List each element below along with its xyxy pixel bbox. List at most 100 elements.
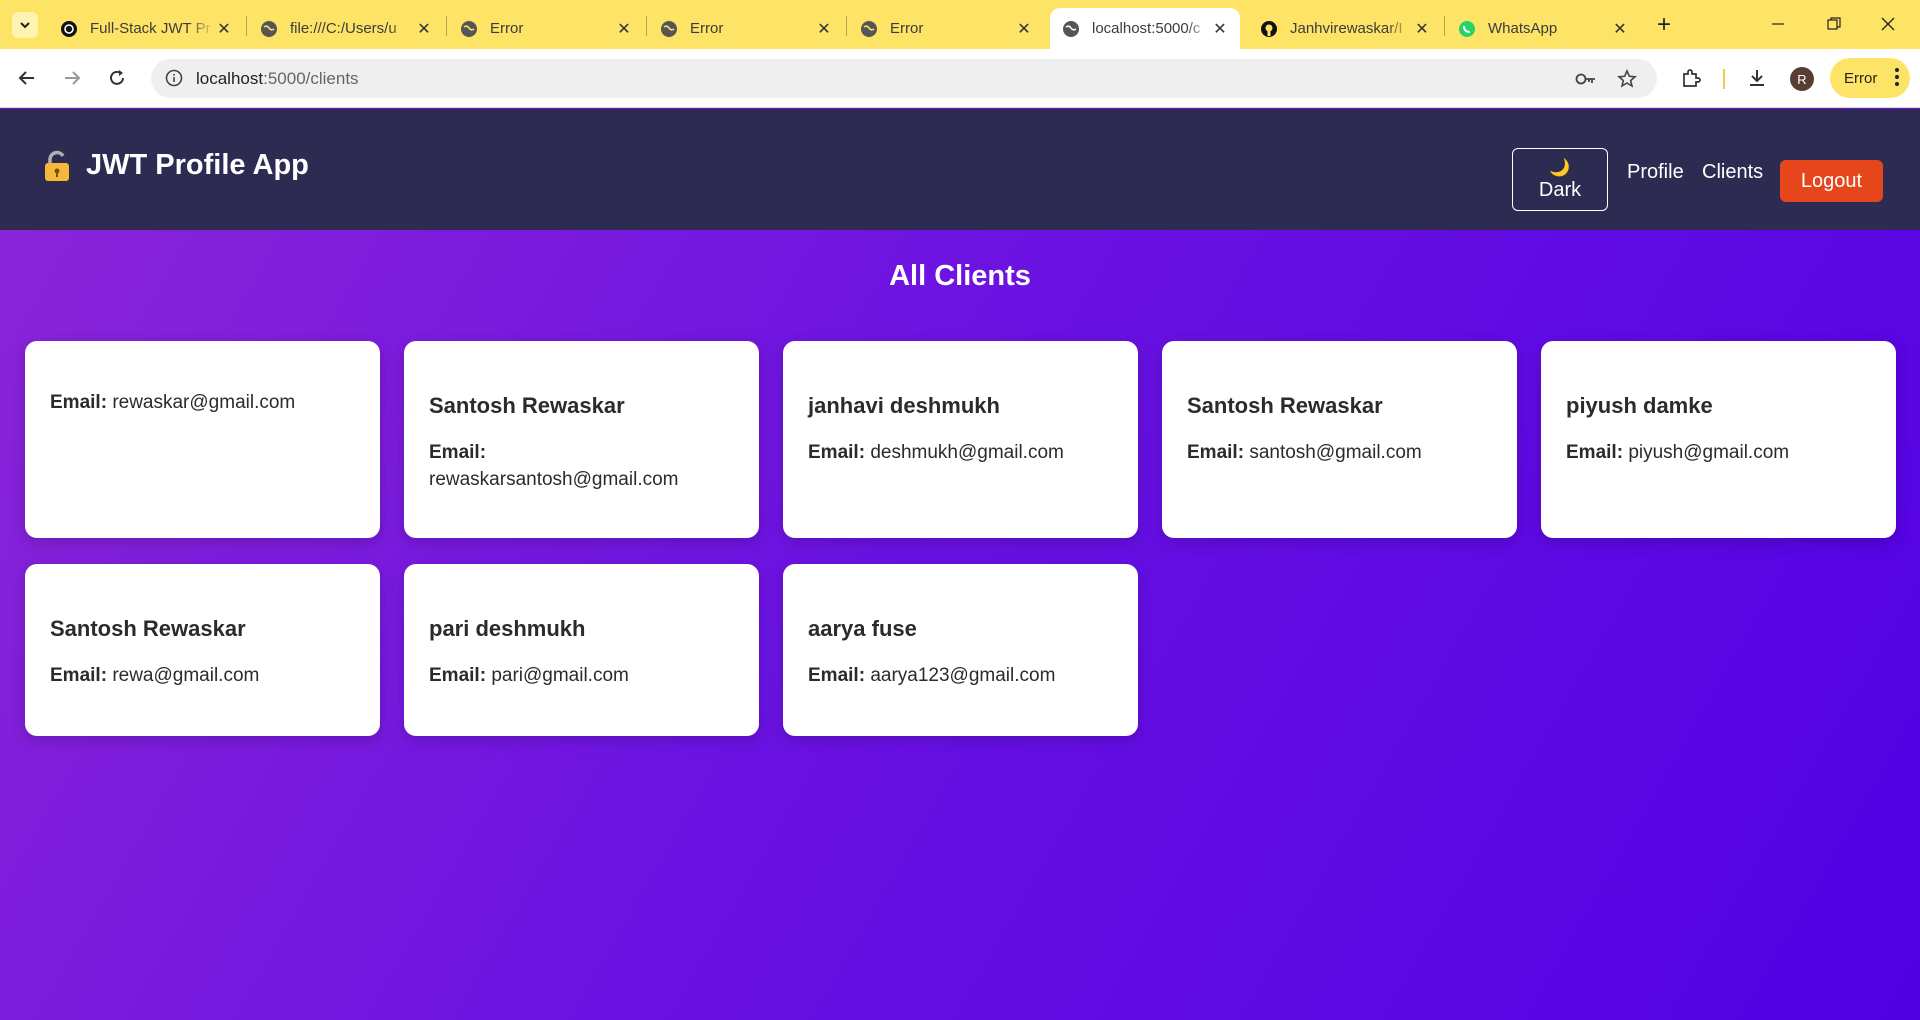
forward-arrow-icon[interactable] [57, 63, 87, 93]
download-icon[interactable] [1742, 63, 1772, 93]
back-arrow-icon[interactable] [12, 63, 42, 93]
reload-icon[interactable] [102, 63, 132, 93]
browser-tab-title: Full-Stack JWT Pr [90, 20, 211, 37]
client-email: aarya123@gmail.com [870, 665, 1056, 686]
extensions-puzzle-icon[interactable] [1676, 63, 1706, 93]
close-icon[interactable]: ✕ [814, 19, 834, 39]
client-email-line: Email: santosh@gmail.com [1187, 439, 1492, 466]
github-icon [1260, 20, 1278, 38]
browser-tab[interactable]: Error ✕ [648, 8, 844, 49]
browser-tab-title: file:///C:/Users/u [290, 20, 397, 37]
browser-error-button[interactable]: Error [1830, 58, 1910, 98]
client-card: aarya fuse Email: aarya123@gmail.com [783, 564, 1138, 736]
browser-tab-title: Janhvirewaskar/I [1290, 20, 1403, 37]
minimize-icon[interactable] [1758, 8, 1798, 40]
theme-toggle-button[interactable]: 🌙 Dark [1512, 148, 1608, 211]
email-label: Email: [429, 442, 487, 463]
tab-divider [1444, 16, 1445, 36]
logout-button[interactable]: Logout [1780, 160, 1883, 202]
app-header: JWT Profile App 🌙 Dark Profile Clients L… [0, 109, 1920, 230]
email-label: Email: [429, 665, 487, 686]
client-email-line: Email: rewa@gmail.com [50, 662, 355, 689]
client-card: pari deshmukh Email: pari@gmail.com [404, 564, 759, 736]
globe-icon [660, 20, 678, 38]
client-name: Santosh Rewaskar [50, 616, 246, 641]
client-email: deshmukh@gmail.com [870, 442, 1064, 463]
client-card: Santosh Rewaskar Email: rewa@gmail.com [25, 564, 380, 736]
browser-tab[interactable]: Error ✕ [448, 8, 644, 49]
close-icon[interactable]: ✕ [614, 19, 634, 39]
browser-tab-active[interactable]: localhost:5000/c ✕ [1050, 8, 1240, 49]
globe-icon [860, 20, 878, 38]
client-name: janhavi deshmukh [808, 393, 1000, 418]
theme-toggle-label: Dark [1538, 179, 1582, 201]
lock-icon [42, 150, 72, 182]
client-email-line: Email: aarya123@gmail.com [808, 662, 1113, 689]
clients-page: All Clients Email: rewaskar@gmail.com Sa… [0, 230, 1920, 1020]
close-icon[interactable]: ✕ [1210, 19, 1230, 39]
browser-toolbar: localhost:5000/clients [0, 49, 1920, 108]
password-key-icon[interactable] [1574, 67, 1598, 91]
email-label: Email: [1187, 442, 1245, 463]
browser-tab[interactable]: WhatsApp ✕ [1446, 8, 1640, 49]
browser-tab-title: Error [890, 20, 924, 37]
close-icon[interactable]: ✕ [1610, 19, 1630, 39]
new-tab-plus-icon[interactable]: + [1652, 10, 1676, 40]
bookmark-star-icon[interactable] [1615, 67, 1639, 91]
browser-tab[interactable]: Janhvirewaskar/I ✕ [1248, 8, 1442, 49]
close-icon[interactable]: ✕ [214, 19, 234, 39]
globe-icon [1062, 20, 1080, 38]
client-email-line: Email: rewaskar@gmail.com [50, 389, 355, 416]
browser-tab[interactable]: Full-Stack JWT Pr ✕ [48, 8, 244, 49]
tab-search-chevron-icon[interactable] [12, 12, 38, 38]
email-label: Email: [1566, 442, 1624, 463]
openai-icon [60, 20, 78, 38]
browser-tab-title: Error [490, 20, 524, 37]
tab-divider [646, 16, 647, 36]
address-host: localhost [196, 69, 264, 88]
client-name: Santosh Rewaskar [1187, 393, 1383, 418]
whatsapp-icon [1458, 20, 1476, 38]
restore-icon[interactable] [1814, 8, 1854, 40]
client-email: santosh@gmail.com [1249, 442, 1422, 463]
tab-divider [246, 16, 247, 36]
address-bar[interactable]: localhost:5000/clients [151, 59, 1657, 98]
client-name: piyush damke [1566, 393, 1713, 418]
client-email-line: Email: piyush@gmail.com [1566, 439, 1871, 466]
moon-icon: 🌙 [1549, 158, 1571, 177]
browser-tab[interactable]: file:///C:/Users/u ✕ [248, 8, 444, 49]
page-title: All Clients [889, 260, 1031, 292]
client-email: piyush@gmail.com [1628, 442, 1790, 463]
email-label: Email: [808, 665, 866, 686]
toolbar-divider [1723, 69, 1725, 89]
address-path: :5000/clients [263, 69, 359, 88]
site-info-icon[interactable] [163, 67, 185, 89]
tab-divider [446, 16, 447, 36]
globe-icon [460, 20, 478, 38]
client-card: janhavi deshmukh Email: deshmukh@gmail.c… [783, 341, 1138, 538]
email-label: Email: [50, 665, 108, 686]
browser-tab[interactable]: Error ✕ [848, 8, 1044, 49]
client-email: pari@gmail.com [491, 665, 629, 686]
window-close-icon[interactable] [1868, 8, 1908, 40]
client-name: aarya fuse [808, 616, 917, 641]
client-email: rewaskar@gmail.com [112, 392, 296, 413]
client-name: Santosh Rewaskar [429, 393, 625, 418]
client-email: rewa@gmail.com [112, 665, 260, 686]
nav-link-profile[interactable]: Profile [1627, 161, 1684, 184]
client-email-line: Email: deshmukh@gmail.com [808, 439, 1113, 466]
close-icon[interactable]: ✕ [1412, 19, 1432, 39]
browser-tab-title: WhatsApp [1488, 20, 1558, 37]
browser-tab-title: localhost:5000/c [1092, 20, 1201, 37]
close-icon[interactable]: ✕ [414, 19, 434, 39]
client-card: Santosh Rewaskar Email: santosh@gmail.co… [1162, 341, 1517, 538]
email-label: Email: [50, 392, 108, 413]
profile-avatar[interactable]: R [1790, 67, 1814, 91]
browser-tabstrip: Full-Stack JWT Pr ✕ file:///C:/Users/u ✕… [0, 0, 1920, 49]
more-vert-icon [1894, 66, 1900, 92]
close-icon[interactable]: ✕ [1014, 19, 1034, 39]
nav-link-clients[interactable]: Clients [1702, 161, 1763, 184]
client-card: Email: rewaskar@gmail.com [25, 341, 380, 538]
brand[interactable]: JWT Profile App [42, 149, 309, 182]
client-email: rewaskarsantosh@gmail.com [429, 469, 679, 490]
